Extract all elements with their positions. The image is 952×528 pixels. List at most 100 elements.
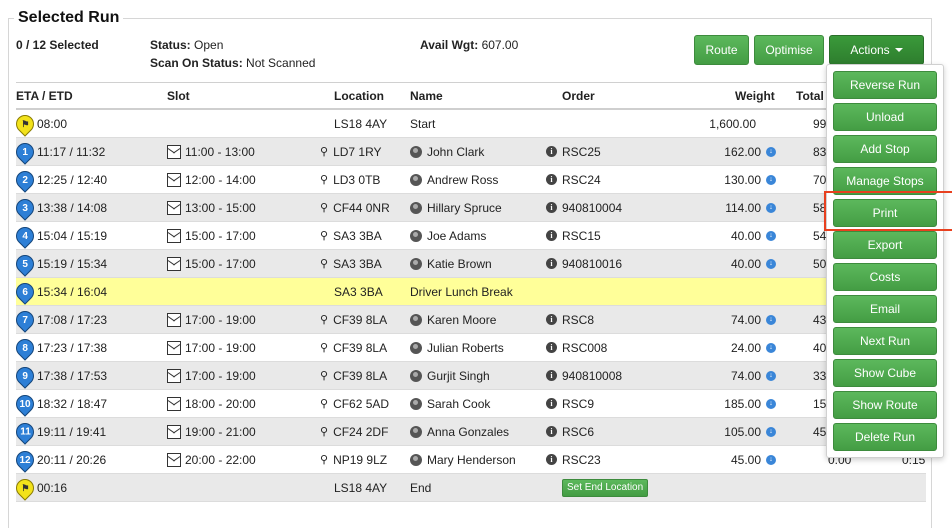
envelope-icon[interactable] xyxy=(167,144,181,159)
table-row[interactable]: 7 17:08 / 17:23 17:00 - 19:00 ⚲ CF39 8LA Kare… xyxy=(12,306,926,334)
table-row[interactable]: 9 17:38 / 17:53 17:00 - 19:00 ⚲ CF39 8LA Gurj… xyxy=(12,362,926,390)
menu-item-add-stop[interactable]: Add Stop xyxy=(833,135,937,163)
name-cell: John Clark xyxy=(410,138,484,165)
globe-icon[interactable] xyxy=(410,369,422,382)
stop-marker-icon: 7 xyxy=(12,306,38,333)
globe-icon[interactable] xyxy=(410,453,422,466)
arrow-down-icon[interactable]: ↓ xyxy=(766,146,776,157)
arrow-down-icon[interactable]: ↓ xyxy=(766,202,776,213)
table-row[interactable]: 8 17:23 / 17:38 17:00 - 19:00 ⚲ CF39 8LA Juli… xyxy=(12,334,926,362)
menu-item-show-route[interactable]: Show Route xyxy=(833,391,937,419)
col-weight[interactable]: Weight xyxy=(735,83,775,108)
envelope-icon[interactable] xyxy=(167,452,181,467)
globe-icon[interactable] xyxy=(410,397,422,410)
stop-marker-icon: 2 xyxy=(12,166,38,193)
envelope-icon[interactable] xyxy=(167,312,181,327)
col-eta[interactable]: ETA / ETD xyxy=(16,83,73,108)
envelope-icon[interactable] xyxy=(167,424,181,439)
eta-cell: 10 18:32 / 18:47 xyxy=(12,390,107,417)
set-end-location-button[interactable]: Set End Location xyxy=(562,478,649,497)
menu-item-reverse-run[interactable]: Reverse Run xyxy=(833,71,937,99)
status-label: Status: xyxy=(150,38,191,52)
stop-marker-icon: 5 xyxy=(12,250,38,277)
optimise-button[interactable]: Optimise xyxy=(754,35,824,65)
arrow-down-icon[interactable]: ↓ xyxy=(766,426,776,437)
menu-item-unload[interactable]: Unload xyxy=(833,103,937,131)
table-row[interactable]: 3 13:38 / 14:08 13:00 - 15:00 ⚲ CF44 0NR Hill… xyxy=(12,194,926,222)
table-row[interactable]: 4 15:04 / 15:19 15:00 - 17:00 ⚲ SA3 3BA Joe A… xyxy=(12,222,926,250)
info-icon[interactable]: i xyxy=(546,454,557,465)
table-row[interactable]: 5 15:19 / 15:34 15:00 - 17:00 ⚲ SA3 3BA Katie… xyxy=(12,250,926,278)
globe-icon[interactable] xyxy=(410,229,422,242)
menu-item-delete-run[interactable]: Delete Run xyxy=(833,423,937,451)
col-location[interactable]: Location xyxy=(334,83,384,108)
table-row[interactable]: 11 19:11 / 19:41 19:00 - 21:00 ⚲ CF24 2DF Ann… xyxy=(12,418,926,446)
route-button[interactable]: Route xyxy=(694,35,749,65)
location-cell: ⚲ CF44 0NR xyxy=(320,200,390,215)
menu-item-show-cube[interactable]: Show Cube xyxy=(833,359,937,387)
envelope-icon[interactable] xyxy=(167,172,181,187)
arrow-down-icon[interactable]: ↓ xyxy=(766,370,776,381)
arrow-down-icon[interactable]: ↓ xyxy=(766,174,776,185)
envelope-icon[interactable] xyxy=(167,256,181,271)
info-icon[interactable]: i xyxy=(546,258,557,269)
info-icon[interactable]: i xyxy=(546,314,557,325)
menu-item-email[interactable]: Email xyxy=(833,295,937,323)
globe-icon[interactable] xyxy=(410,201,422,214)
location-cell: ⚲ CF62 5AD xyxy=(320,396,390,411)
info-icon[interactable]: i xyxy=(546,370,557,381)
envelope-icon[interactable] xyxy=(167,200,181,215)
envelope-icon[interactable] xyxy=(167,340,181,355)
menu-item-print[interactable]: Print xyxy=(833,199,937,227)
info-icon[interactable]: i xyxy=(546,202,557,213)
avail-wgt-value: 607.00 xyxy=(481,38,519,52)
table-row[interactable]: ⚑ 00:16 LS18 4AY End Set End Location xyxy=(12,474,926,502)
info-icon[interactable]: i xyxy=(546,426,557,437)
menu-item-manage-stops[interactable]: Manage Stops xyxy=(833,167,937,195)
arrow-down-icon[interactable]: ↓ xyxy=(766,342,776,353)
info-icon[interactable]: i xyxy=(546,342,557,353)
info-icon[interactable]: i xyxy=(546,174,557,185)
col-slot[interactable]: Slot xyxy=(167,83,190,108)
globe-icon[interactable] xyxy=(410,313,422,326)
table-row[interactable]: 2 12:25 / 12:40 12:00 - 14:00 ⚲ LD3 0TB Andre… xyxy=(12,166,926,194)
globe-icon[interactable] xyxy=(410,425,422,438)
slot-cell: 13:00 - 15:00 xyxy=(167,194,256,221)
stop-marker-icon: 10 xyxy=(12,390,38,417)
info-icon[interactable]: i xyxy=(546,398,557,409)
menu-item-next-run[interactable]: Next Run xyxy=(833,327,937,355)
globe-icon[interactable] xyxy=(410,341,422,354)
envelope-icon[interactable] xyxy=(167,396,181,411)
col-order[interactable]: Order xyxy=(562,83,595,108)
envelope-icon[interactable] xyxy=(167,228,181,243)
avail-wgt-label: Avail Wgt: xyxy=(420,38,479,52)
col-name[interactable]: Name xyxy=(410,83,443,108)
globe-icon[interactable] xyxy=(410,145,422,158)
menu-item-costs[interactable]: Costs xyxy=(833,263,937,291)
table-row[interactable]: 12 20:11 / 20:26 20:00 - 22:00 ⚲ NP19 9LZ Mar… xyxy=(12,446,926,474)
table-row[interactable]: 10 18:32 / 18:47 18:00 - 20:00 ⚲ CF62 5AD Sar… xyxy=(12,390,926,418)
table-row[interactable]: 6 15:34 / 16:04 SA3 3BA Driver Lunch Break xyxy=(12,278,926,306)
stop-marker-icon: 1 xyxy=(12,138,38,165)
info-icon[interactable]: i xyxy=(546,230,557,241)
actions-button[interactable]: Actions xyxy=(829,35,924,65)
name-cell: Julian Roberts xyxy=(410,334,504,361)
arrow-down-icon[interactable]: ↓ xyxy=(766,314,776,325)
arrow-down-icon[interactable]: ↓ xyxy=(766,398,776,409)
location-cell: ⚲ LD3 0TB xyxy=(320,172,381,187)
menu-item-export[interactable]: Export xyxy=(833,231,937,259)
envelope-icon[interactable] xyxy=(167,368,181,383)
table-row[interactable]: 1 11:17 / 11:32 11:00 - 13:00 ⚲ LD7 1RY John … xyxy=(12,138,926,166)
info-icon[interactable]: i xyxy=(546,146,557,157)
map-pin-icon: ⚲ xyxy=(320,342,329,354)
arrow-down-icon[interactable]: ↓ xyxy=(766,454,776,465)
eta-cell: 11 19:11 / 19:41 xyxy=(12,418,106,445)
eta-cell: 7 17:08 / 17:23 xyxy=(12,306,107,333)
arrow-down-icon[interactable]: ↓ xyxy=(766,258,776,269)
name-cell: Driver Lunch Break xyxy=(410,284,513,299)
globe-icon[interactable] xyxy=(410,173,422,186)
order-cell: i RSC24 xyxy=(546,166,601,193)
arrow-down-icon[interactable]: ↓ xyxy=(766,230,776,241)
table-row[interactable]: ⚑ 08:00 LS18 4AY Start 1,600.00 993 xyxy=(12,110,926,138)
globe-icon[interactable] xyxy=(410,257,422,270)
